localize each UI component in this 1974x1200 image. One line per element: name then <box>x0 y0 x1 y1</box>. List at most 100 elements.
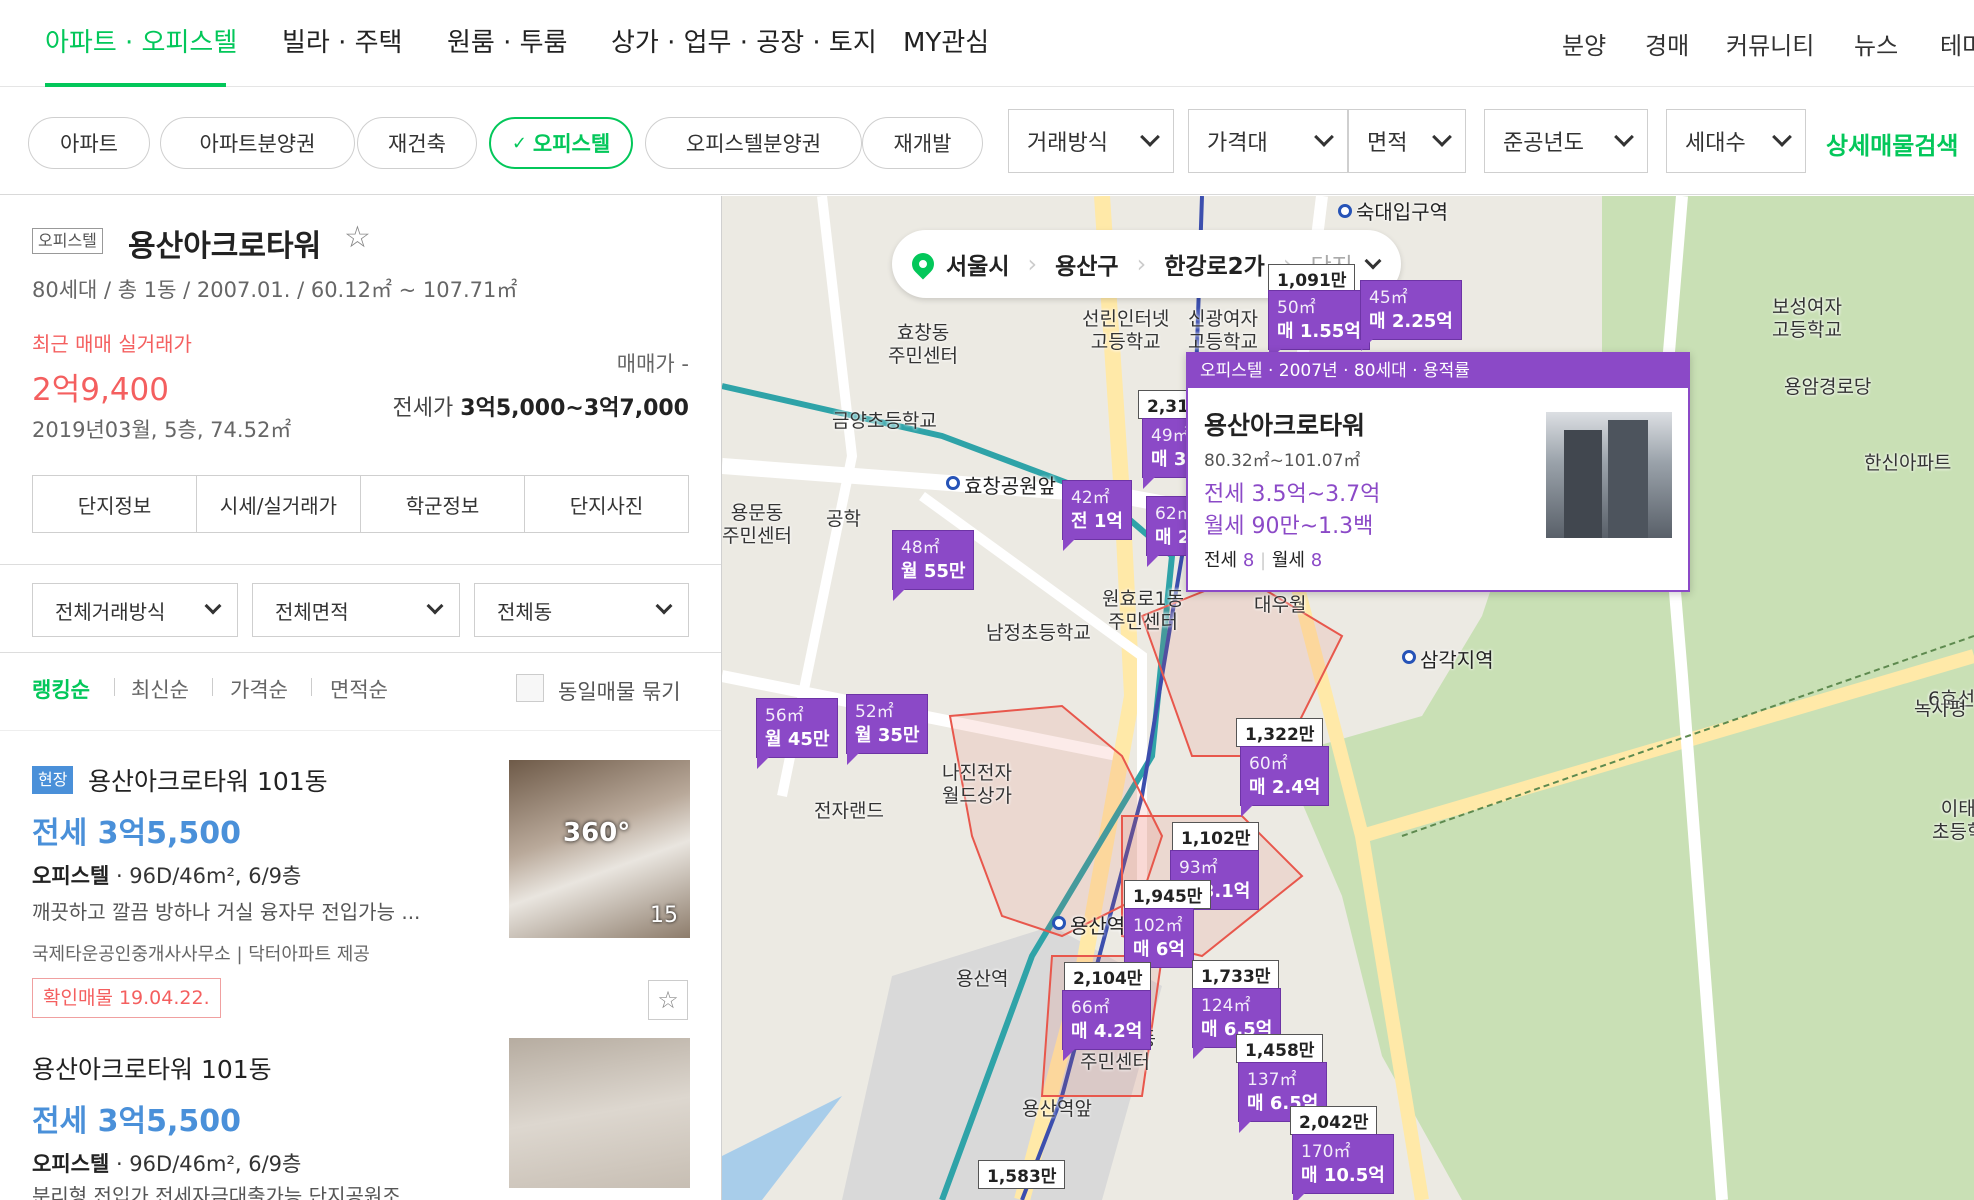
dropdown-deal-type[interactable]: 거래방식 <box>1008 109 1174 173</box>
place-label: 용암경로당 <box>1784 376 1872 398</box>
property-type-badge: 오피스텔 <box>32 228 103 254</box>
listing-photo[interactable] <box>509 1038 690 1188</box>
tab-apartment-officetel[interactable]: 아파트 · 오피스텔 <box>45 22 237 59</box>
price-marker[interactable]: 52㎡ 월 35만 <box>846 694 929 765</box>
chevron-down-icon[interactable] <box>1364 252 1382 270</box>
price-marker[interactable]: 170㎡ 매 10.5억 <box>1292 1134 1394 1200</box>
chip-reconstruction[interactable]: 재건축 <box>357 117 477 169</box>
chip-officetel-presale-right[interactable]: 오피스텔분양권 <box>645 117 862 169</box>
place-label: 보성여자 고등학교 <box>1772 296 1842 341</box>
price-marker[interactable]: 45㎡ 매 2.25억 <box>1360 280 1462 351</box>
place-label: 원효로1동 주민센터 <box>1102 588 1185 633</box>
dropdown-price[interactable]: 가격대 <box>1188 109 1348 173</box>
sort-latest[interactable]: 최신순 <box>131 674 189 704</box>
subtab-price-history[interactable]: 시세/실거래가 <box>197 476 361 532</box>
place-label: 나진전자 월드상가 <box>942 762 1012 807</box>
top-navigation: 아파트 · 오피스텔 빌라 · 주택 원룸 · 투룸 상가 · 업무 · 공장 … <box>0 0 1974 87</box>
chevron-down-icon <box>1432 127 1452 147</box>
dropdown-households[interactable]: 세대수 <box>1666 109 1806 173</box>
station-icon <box>1338 204 1352 218</box>
breadcrumb-district[interactable]: 용산구 <box>1055 247 1118 281</box>
price-marker[interactable]: 42㎡ 전 1억 <box>1062 480 1132 551</box>
tab-my-interest[interactable]: MY관심 <box>903 22 989 59</box>
place-label: 용산역앞 <box>1022 1098 1092 1120</box>
chevron-down-icon <box>1140 127 1160 147</box>
tab-news[interactable]: 뉴스 <box>1854 26 1898 61</box>
price-per-area-tag: 1,583만 <box>978 1160 1066 1189</box>
sale-price: 매매가 - <box>616 352 689 376</box>
breadcrumb-city[interactable]: 서울시 <box>946 247 1009 281</box>
tab-theme[interactable]: 테마 <box>1940 26 1974 61</box>
sort-area[interactable]: 면적순 <box>330 674 388 704</box>
listing-agent: 국제타운공인중개사사무소 | 닥터아파트 제공 <box>32 944 370 965</box>
tab-auction[interactable]: 경매 <box>1645 26 1689 61</box>
marker-price: 월 45만 <box>765 729 830 750</box>
breadcrumb-dong[interactable]: 한강로2가 <box>1164 247 1265 281</box>
favorite-star-icon[interactable]: ☆ <box>648 980 688 1020</box>
popup-building-photo <box>1546 412 1672 538</box>
marker-area: 124㎡ <box>1201 996 1251 1016</box>
chip-officetel[interactable]: ✓ 오피스텔 <box>489 117 633 169</box>
listing-item[interactable]: 용산아크로타워 101동 전세 3억5,500 오피스텔 · 96D/46m²,… <box>0 1020 721 1200</box>
group-same-listings-label: 동일매물 묶기 <box>558 680 681 704</box>
popup-jeonse-label: 전세 <box>1204 550 1238 571</box>
price-marker[interactable]: 102㎡ 매 6억 <box>1124 908 1194 979</box>
complex-info-popup[interactable]: 오피스텔 · 2007년 · 80세대 · 용적률 용산아크로타워 80.32㎡… <box>1186 352 1690 592</box>
listing-spec: 오피스텔 · 96D/46m², 6/9층 <box>32 1148 301 1178</box>
station-icon <box>1402 650 1416 664</box>
divider <box>311 678 312 696</box>
divider <box>114 678 115 696</box>
price-marker[interactable]: 60㎡ 매 2.4억 <box>1240 746 1330 817</box>
station-label: 숙대입구역 <box>1356 200 1448 224</box>
popup-jeonse-count: 8 <box>1242 550 1255 571</box>
marker-price: 매 1.55억 <box>1277 321 1361 342</box>
subtab-school-district[interactable]: 학군정보 <box>361 476 525 532</box>
chevron-right-icon: › <box>1136 250 1147 278</box>
price-marker[interactable]: 48㎡ 월 55만 <box>892 530 975 601</box>
dropdown-completion-year[interactable]: 준공년도 <box>1484 109 1648 173</box>
price-marker[interactable]: 66㎡ 매 4.2억 <box>1062 990 1152 1061</box>
marker-price: 매 6억 <box>1133 939 1185 960</box>
price-marker[interactable]: 50㎡ 매 1.55억 <box>1268 290 1370 361</box>
list-filter-deal-type-label: 전체거래방식 <box>55 599 166 624</box>
chip-apartment[interactable]: 아파트 <box>28 117 150 169</box>
list-filter-area[interactable]: 전체면적 <box>252 583 460 637</box>
favorite-star-icon[interactable]: ☆ <box>344 220 371 255</box>
tab-oneroom-tworoom[interactable]: 원룸 · 투룸 <box>447 22 567 59</box>
marker-price: 매 2.4억 <box>1249 777 1321 798</box>
listing-title: 용산아크로타워 101동 <box>32 1055 272 1084</box>
popup-complex-name: 용산아크로타워 <box>1204 411 1366 440</box>
detail-search-link[interactable]: 상세매물검색 <box>1826 126 1958 161</box>
subtab-complex-photos[interactable]: 단지사진 <box>525 476 688 532</box>
sort-ranking[interactable]: 랭킹순 <box>32 674 90 704</box>
map-view[interactable]: 효창동 주민센터 선린인터넷 고등학교 신광여자 고등학교 금양초등학교 남정초등학교… <box>722 196 1974 1200</box>
subtab-complex-info[interactable]: 단지정보 <box>33 476 197 532</box>
dropdown-price-label: 가격대 <box>1207 131 1268 156</box>
group-same-listings-checkbox[interactable] <box>516 674 544 702</box>
chip-redevelopment[interactable]: 재개발 <box>862 117 983 169</box>
divider <box>0 652 721 653</box>
list-filter-building[interactable]: 전체동 <box>474 583 689 637</box>
marker-price: 매 10.5억 <box>1301 1165 1385 1186</box>
tab-commercial-land[interactable]: 상가 · 업무 · 공장 · 토지 <box>611 22 877 59</box>
price-marker[interactable]: 56㎡ 월 45만 <box>756 698 839 769</box>
listing-item[interactable]: 현장 용산아크로타워 101동 전세 3억5,500 오피스텔 · 96D/46… <box>0 730 721 1020</box>
dropdown-area[interactable]: 면적 <box>1348 109 1466 173</box>
listing-description: 깨끗하고 깔끔 방하나 거실 융자무 전입가능 ... <box>32 900 421 924</box>
sort-price[interactable]: 가격순 <box>230 674 288 704</box>
price-per-area-tag: 1,733만 <box>1192 960 1280 989</box>
popup-wolse-label: 월세 <box>1271 550 1305 571</box>
tab-presale[interactable]: 분양 <box>1562 26 1606 61</box>
listing-spec-type: 오피스텔 <box>32 864 110 888</box>
marker-price: 매 2.25억 <box>1369 311 1453 332</box>
listing-price: 전세 3억5,500 <box>32 1104 242 1139</box>
listing-photo[interactable]: 360° 15 <box>509 760 690 938</box>
chip-apartment-presale-right[interactable]: 아파트분양권 <box>160 117 355 169</box>
place-label: 금양초등학교 <box>832 410 937 432</box>
tab-community[interactable]: 커뮤니티 <box>1726 26 1814 61</box>
chevron-down-icon <box>1614 127 1634 147</box>
dropdown-completion-year-label: 준공년도 <box>1503 131 1584 156</box>
list-filter-deal-type[interactable]: 전체거래방식 <box>32 583 238 637</box>
tab-villa-house[interactable]: 빌라 · 주택 <box>282 22 402 59</box>
photo-count: 15 <box>650 903 678 928</box>
